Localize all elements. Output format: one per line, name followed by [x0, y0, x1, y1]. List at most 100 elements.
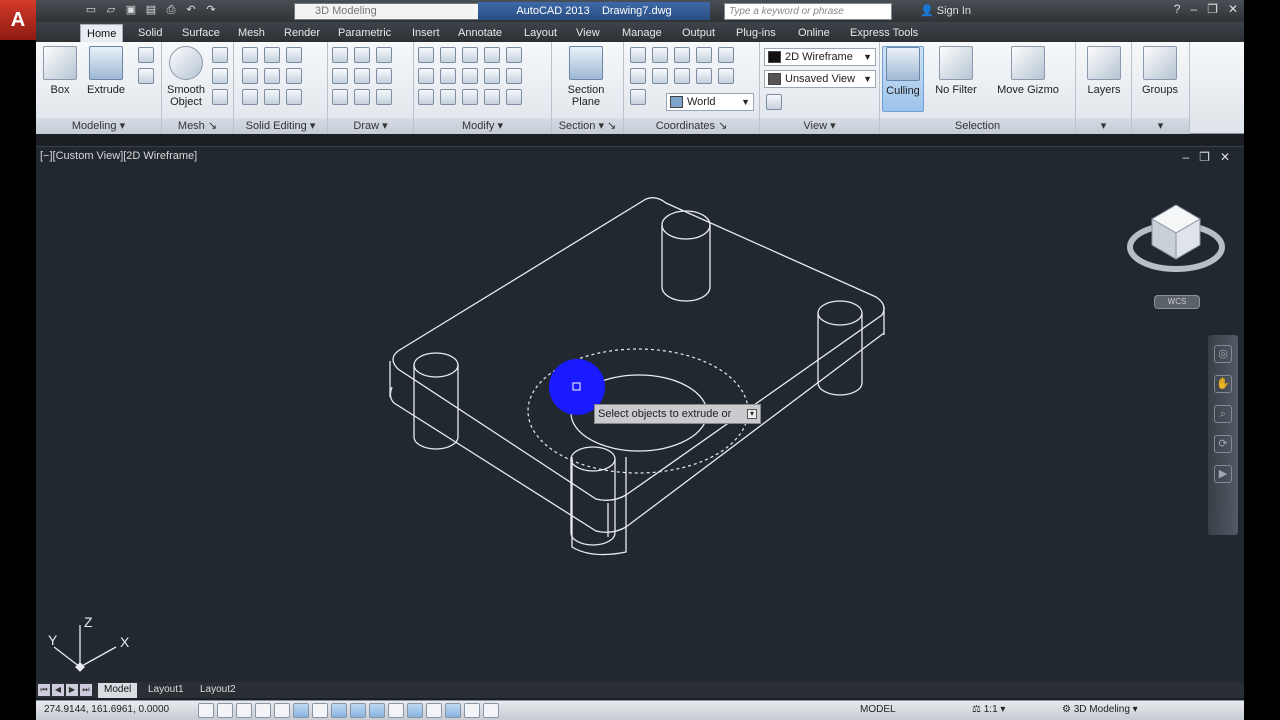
copy-icon[interactable] [418, 68, 434, 84]
ucs-zaxis-icon[interactable] [696, 68, 712, 84]
panel-title-section[interactable]: Section ▾ ↘ [552, 118, 623, 134]
panel-title-mesh[interactable]: Mesh ↘ [162, 118, 233, 134]
viewport-config-icon[interactable] [766, 94, 782, 110]
presspull-icon[interactable] [138, 47, 154, 63]
tab-mesh[interactable]: Mesh [232, 24, 271, 42]
array-icon[interactable] [462, 89, 478, 105]
ucs-x-icon[interactable] [674, 47, 690, 63]
groups-button[interactable]: Groups [1138, 46, 1182, 96]
scale-icon[interactable] [484, 47, 500, 63]
dynamic-input-icon[interactable] [369, 703, 385, 718]
tab-solid[interactable]: Solid [132, 24, 168, 42]
named-view-select[interactable]: Unsaved View ▼ [764, 70, 876, 88]
ucs-z-icon[interactable] [718, 47, 734, 63]
smooth-less-icon[interactable] [212, 68, 228, 84]
culling-button[interactable]: Culling [882, 46, 924, 112]
grid-display-icon[interactable] [236, 703, 252, 718]
sign-in-button[interactable]: 👤 Sign In [920, 4, 971, 17]
redo-icon[interactable]: ↷ [204, 3, 218, 17]
layers-expand[interactable]: ▾ [1076, 118, 1131, 134]
viewcube[interactable] [1127, 204, 1225, 272]
explode-icon[interactable] [506, 89, 522, 105]
showmotion-icon[interactable]: ▶ [1214, 465, 1232, 483]
tab-insert[interactable]: Insert [406, 24, 446, 42]
stretch-icon[interactable] [418, 89, 434, 105]
extrude-button[interactable]: Extrude [84, 46, 128, 96]
shell-icon[interactable] [286, 89, 302, 105]
tab-view[interactable]: View [570, 24, 606, 42]
rectangle-icon[interactable] [354, 89, 370, 105]
new-icon[interactable]: ▭ [84, 3, 98, 17]
snap-mode-icon[interactable] [217, 703, 233, 718]
steering-wheel-icon[interactable]: ◎ [1214, 345, 1232, 363]
tab-online[interactable]: Online [792, 24, 836, 42]
spline-icon[interactable] [332, 68, 348, 84]
panel-title-solid-editing[interactable]: Solid Editing ▾ [234, 118, 327, 134]
last-layout-icon[interactable]: ⏭ [80, 684, 92, 696]
drawing-viewport[interactable]: [−][Custom View][2D Wireframe] – ❐ ✕ Z X… [36, 146, 1244, 682]
smooth-more-icon[interactable] [212, 47, 228, 63]
trim-icon[interactable] [506, 47, 522, 63]
allow-ducs-icon[interactable] [350, 703, 366, 718]
panel-title-modeling[interactable]: Modeling ▾ [36, 118, 161, 134]
infer-constraints-icon[interactable] [198, 703, 214, 718]
open-icon[interactable]: ▱ [104, 3, 118, 17]
tab-surface[interactable]: Surface [176, 24, 226, 42]
subtract-icon[interactable] [242, 68, 258, 84]
tab-annotate[interactable]: Annotate [452, 24, 508, 42]
zoom-icon[interactable]: ⌕ [1214, 405, 1232, 423]
gizmo-toggle-icon[interactable] [483, 703, 499, 718]
ucs-icon-props[interactable] [630, 89, 646, 105]
chevron-down-icon[interactable]: ▾ [747, 409, 757, 419]
polysolid-icon[interactable] [138, 68, 154, 84]
extract-edges-icon[interactable] [264, 47, 280, 63]
workspace-switch[interactable]: ⚙ 3D Modeling ▾ [1062, 704, 1138, 715]
extrude-faces-icon[interactable] [286, 47, 302, 63]
polyline-icon[interactable] [354, 47, 370, 63]
ucs-named-icon[interactable] [630, 68, 646, 84]
workspace-select[interactable]: 3D Modeling ▼ [294, 3, 498, 20]
imprint-icon[interactable] [264, 68, 280, 84]
tab-output[interactable]: Output [676, 24, 721, 42]
tab-layout2[interactable]: Layout2 [194, 683, 242, 698]
tab-layout1[interactable]: Layout1 [142, 683, 190, 698]
ucs-3point-icon[interactable] [674, 68, 690, 84]
model-space-toggle[interactable]: MODEL [860, 704, 896, 715]
selection-cycling-icon[interactable] [445, 703, 461, 718]
application-menu-button[interactable]: A [0, 0, 36, 40]
chamfer-icon[interactable] [484, 89, 500, 105]
next-layout-icon[interactable]: ▶ [66, 684, 78, 696]
fillet-icon[interactable] [484, 68, 500, 84]
arc-icon[interactable] [376, 47, 392, 63]
align-icon[interactable] [440, 89, 456, 105]
tab-render[interactable]: Render [278, 24, 326, 42]
ucs-view-icon[interactable] [718, 68, 734, 84]
coordinate-readout[interactable]: 274.9144, 161.6961, 0.0000 [44, 704, 169, 715]
ucs-icon[interactable] [630, 47, 646, 63]
prev-layout-icon[interactable]: ◀ [52, 684, 64, 696]
ucs-world-icon[interactable] [652, 47, 668, 63]
section-plane-button[interactable]: Section Plane [564, 46, 608, 108]
restore-icon[interactable]: ❐ [1207, 2, 1218, 16]
tab-home[interactable]: Home [80, 24, 124, 42]
panel-title-modify[interactable]: Modify ▾ [414, 118, 551, 134]
tab-plug-ins[interactable]: Plug-ins [730, 24, 782, 42]
mirror-icon[interactable] [440, 68, 456, 84]
ellipse-icon[interactable] [376, 89, 392, 105]
close-icon[interactable]: ✕ [1228, 2, 1238, 16]
box-button[interactable]: Box [38, 46, 82, 96]
plot-icon[interactable]: ⎙ [164, 3, 178, 17]
panel-title-view[interactable]: View ▾ [760, 118, 879, 134]
tab-manage[interactable]: Manage [616, 24, 668, 42]
polygon-icon[interactable] [332, 89, 348, 105]
polar-tracking-icon[interactable] [274, 703, 290, 718]
wcs-menu-button[interactable]: WCS [1154, 295, 1200, 309]
visual-style-select[interactable]: 2D Wireframe ▼ [764, 48, 876, 66]
tab-model[interactable]: Model [98, 683, 138, 698]
annotation-monitor-icon[interactable] [464, 703, 480, 718]
3d-osnap-icon[interactable] [312, 703, 328, 718]
move-gizmo-button[interactable]: Move Gizmo [992, 46, 1064, 96]
undo-icon[interactable]: ↶ [184, 3, 198, 17]
panel-title-draw[interactable]: Draw ▾ [328, 118, 413, 134]
object-snap-icon[interactable] [293, 703, 309, 718]
